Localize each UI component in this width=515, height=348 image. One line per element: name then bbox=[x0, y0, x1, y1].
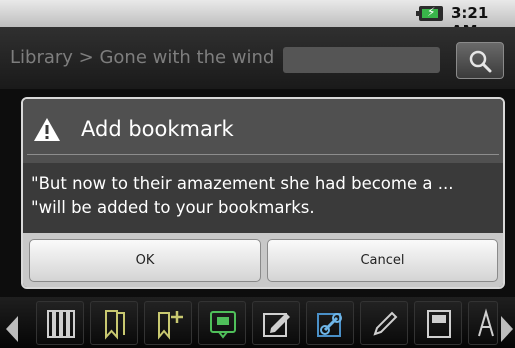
add-bookmark-button[interactable] bbox=[144, 301, 192, 345]
link-button[interactable] bbox=[306, 301, 354, 345]
link-icon bbox=[317, 313, 342, 337]
notes-icon bbox=[210, 311, 236, 339]
library-icon bbox=[47, 310, 75, 338]
dialog-message: "But now to their amazement she had beco… bbox=[31, 174, 454, 217]
bookmarks-button[interactable] bbox=[90, 301, 138, 345]
text-size-icon bbox=[478, 308, 494, 337]
ok-button[interactable]: OK bbox=[29, 239, 261, 282]
magnifier-icon bbox=[469, 50, 492, 73]
add-bookmark-dialog: Add bookmark "But now to their amazement… bbox=[21, 97, 505, 289]
dictionary-icon bbox=[427, 310, 451, 338]
dictionary-button[interactable] bbox=[414, 301, 462, 345]
edit-note-icon bbox=[263, 313, 290, 337]
status-bar: ⚡ 3:21 AM bbox=[0, 0, 515, 40]
edit-note-button[interactable] bbox=[252, 301, 300, 345]
dialog-button-bar: OK Cancel bbox=[23, 233, 503, 287]
breadcrumb[interactable]: Library > Gone with the wind bbox=[10, 47, 274, 68]
charging-bolt-icon: ⚡ bbox=[427, 5, 436, 19]
search-button[interactable] bbox=[456, 42, 504, 79]
warning-triangle-icon bbox=[34, 118, 60, 141]
scroll-right-arrow-icon[interactable] bbox=[501, 316, 513, 342]
pencil-button[interactable] bbox=[360, 301, 408, 345]
dialog-divider bbox=[27, 154, 499, 155]
pencil-icon bbox=[373, 311, 398, 336]
dialog-title: Add bookmark bbox=[81, 117, 234, 141]
text-size-button[interactable] bbox=[468, 301, 498, 345]
add-bookmark-icon bbox=[158, 311, 183, 340]
bookmarks-icon bbox=[105, 310, 125, 340]
notes-button[interactable] bbox=[198, 301, 246, 345]
cancel-button[interactable]: Cancel bbox=[267, 239, 498, 282]
search-input[interactable] bbox=[283, 47, 440, 73]
scroll-left-arrow-icon[interactable] bbox=[6, 316, 18, 342]
library-button[interactable] bbox=[36, 301, 84, 345]
